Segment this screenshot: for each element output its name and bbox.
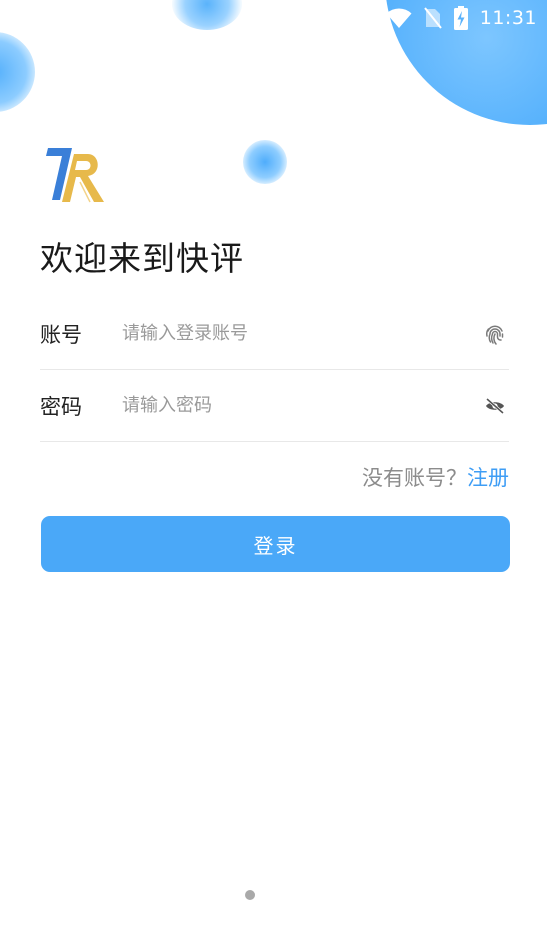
account-label: 账号 xyxy=(40,322,82,347)
welcome-title: 欢迎来到快评 xyxy=(40,239,244,278)
password-input[interactable] xyxy=(122,395,481,416)
status-time: 11:31 xyxy=(479,7,537,29)
decorative-bubble xyxy=(0,32,35,112)
decorative-bubble xyxy=(243,140,287,184)
register-link[interactable]: 注册 xyxy=(467,466,509,490)
page-indicator-dot xyxy=(245,890,255,900)
login-button[interactable]: 登录 xyxy=(41,516,510,572)
decorative-bubble xyxy=(172,0,242,30)
no-account-text: 没有账号？ xyxy=(362,466,467,490)
password-field-row: 密码 xyxy=(40,370,509,442)
account-field-row: 账号 xyxy=(40,298,509,370)
status-bar: 11:31 xyxy=(386,4,537,32)
login-screen: 11:31 欢迎来到快评 账号 密码 xyxy=(0,0,547,941)
register-prompt: 没有账号？注册 xyxy=(362,462,509,492)
password-label: 密码 xyxy=(40,394,82,419)
wifi-icon xyxy=(386,7,412,29)
fingerprint-icon[interactable] xyxy=(481,320,509,348)
battery-charging-icon xyxy=(453,6,468,30)
no-sim-icon xyxy=(423,7,442,29)
eye-off-icon[interactable] xyxy=(481,392,509,420)
app-logo-icon xyxy=(44,144,108,204)
account-input[interactable] xyxy=(122,323,481,344)
